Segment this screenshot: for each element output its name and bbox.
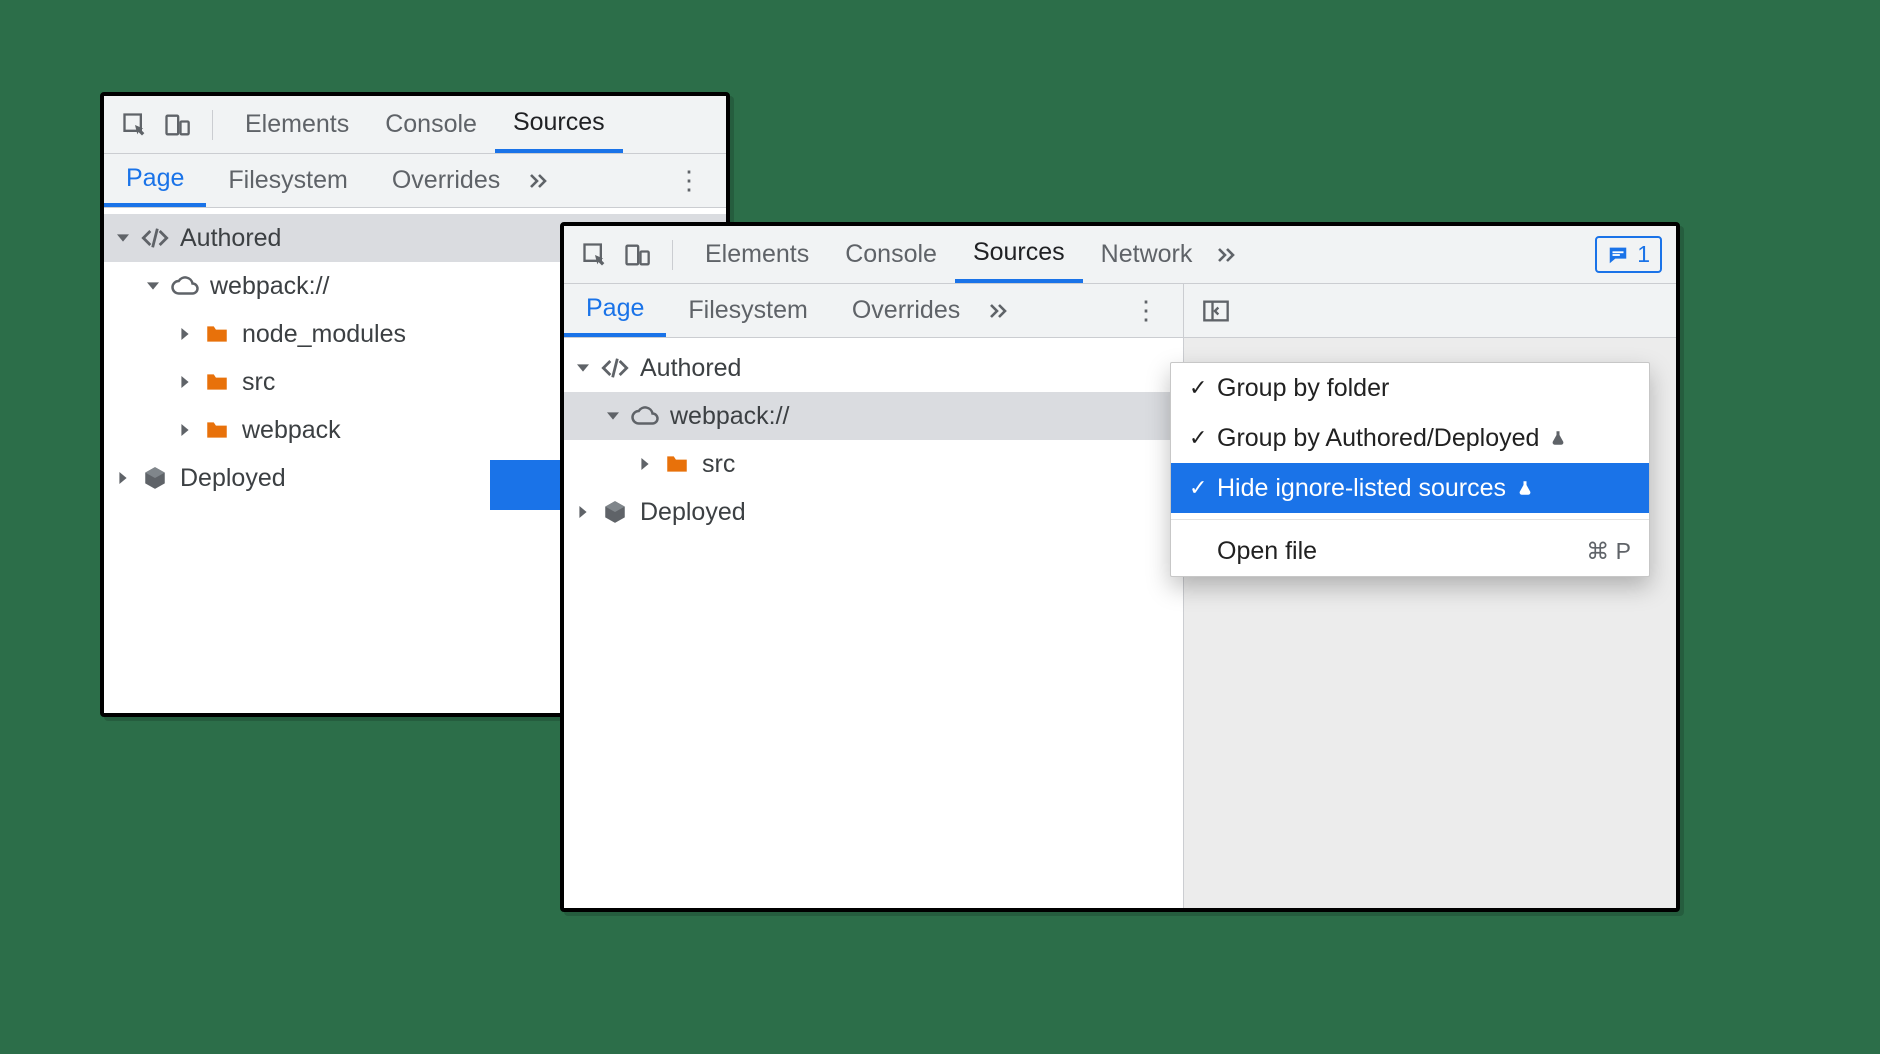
tree-label: Authored xyxy=(640,354,741,383)
inspect-icon[interactable] xyxy=(118,108,152,142)
cube-icon xyxy=(138,465,172,491)
folder-icon xyxy=(200,417,234,443)
check-icon: ✓ xyxy=(1189,425,1217,451)
subtab-overrides[interactable]: Overrides xyxy=(830,284,982,337)
chevron-down-icon xyxy=(144,280,162,292)
code-icon xyxy=(598,354,632,382)
flask-icon xyxy=(1549,429,1567,447)
file-tree: Authored webpack:// src Deployed xyxy=(564,338,1183,536)
sources-subbar: Page Filesystem Overrides ⋮ xyxy=(104,154,726,208)
folder-icon xyxy=(200,369,234,395)
device-toggle-icon[interactable] xyxy=(160,108,194,142)
kebab-menu-icon[interactable]: ⋮ xyxy=(662,165,716,196)
toolbar-divider xyxy=(672,240,673,270)
chevron-down-icon xyxy=(574,362,592,374)
menu-group-by-authored[interactable]: ✓ Group by Authored/Deployed xyxy=(1171,413,1649,463)
menu-label: Group by folder xyxy=(1217,374,1389,403)
inspect-icon[interactable] xyxy=(578,238,612,272)
more-tabs-icon[interactable] xyxy=(526,169,550,193)
menu-group-by-folder[interactable]: ✓ Group by folder xyxy=(1171,363,1649,413)
subtab-filesystem[interactable]: Filesystem xyxy=(666,284,829,337)
tree-label: Deployed xyxy=(640,498,746,527)
chevron-right-icon xyxy=(176,328,194,340)
tree-label: webpack xyxy=(242,416,341,445)
flask-icon xyxy=(1516,479,1534,497)
toolbar-divider xyxy=(212,110,213,140)
cube-icon xyxy=(598,499,632,525)
check-icon: ✓ xyxy=(1189,375,1217,401)
tree-label: src xyxy=(702,450,735,479)
subtab-page[interactable]: Page xyxy=(104,154,206,207)
tab-network[interactable]: Network xyxy=(1083,226,1211,283)
menu-separator xyxy=(1171,519,1649,520)
folder-icon xyxy=(660,451,694,477)
chevron-right-icon xyxy=(114,472,132,484)
kebab-menu-icon[interactable]: ⋮ xyxy=(1119,295,1173,326)
tree-label: Authored xyxy=(180,224,281,253)
chevron-right-icon xyxy=(574,506,592,518)
tree-label: node_modules xyxy=(242,320,406,349)
issues-chip[interactable]: 1 xyxy=(1595,236,1662,273)
right-pane-toolbar xyxy=(1184,284,1676,338)
tree-label: webpack:// xyxy=(670,402,790,431)
more-tabs-icon[interactable] xyxy=(986,299,1010,323)
code-icon xyxy=(138,224,172,252)
subtab-overrides[interactable]: Overrides xyxy=(370,154,522,207)
device-toggle-icon[interactable] xyxy=(620,238,654,272)
sources-left-pane: Page Filesystem Overrides ⋮ Authored web… xyxy=(564,284,1184,908)
chat-icon xyxy=(1607,244,1629,266)
menu-open-file[interactable]: Open file ⌘ P xyxy=(1171,526,1649,576)
issues-count: 1 xyxy=(1637,241,1650,268)
chevron-right-icon xyxy=(176,424,194,436)
menu-label: Hide ignore-listed sources xyxy=(1217,474,1506,503)
more-tabs-icon[interactable] xyxy=(1214,243,1238,267)
cloud-icon xyxy=(168,271,202,301)
chevron-down-icon xyxy=(114,232,132,244)
menu-hide-ignore-listed[interactable]: ✓ Hide ignore-listed sources xyxy=(1171,463,1649,513)
check-icon: ✓ xyxy=(1189,475,1217,501)
subtab-page[interactable]: Page xyxy=(564,284,666,337)
menu-label: Group by Authored/Deployed xyxy=(1217,424,1539,453)
tab-sources[interactable]: Sources xyxy=(495,96,623,153)
cloud-icon xyxy=(628,401,662,431)
tree-webpack[interactable]: webpack:// xyxy=(564,392,1183,440)
collapse-sidebar-icon[interactable] xyxy=(1202,297,1230,325)
tab-elements[interactable]: Elements xyxy=(227,96,367,153)
sources-subbar: Page Filesystem Overrides ⋮ xyxy=(564,284,1183,338)
tree-src[interactable]: src xyxy=(564,440,1183,488)
tab-elements[interactable]: Elements xyxy=(687,226,827,283)
chevron-down-icon xyxy=(604,410,622,422)
main-toolbar: Elements Console Sources Network 1 xyxy=(564,226,1676,284)
subtab-filesystem[interactable]: Filesystem xyxy=(206,154,369,207)
tab-console[interactable]: Console xyxy=(367,96,495,153)
menu-shortcut: ⌘ P xyxy=(1586,538,1631,565)
main-toolbar: Elements Console Sources xyxy=(104,96,726,154)
tree-label: Deployed xyxy=(180,464,286,493)
tab-sources[interactable]: Sources xyxy=(955,226,1083,283)
tree-label: webpack:// xyxy=(210,272,330,301)
tab-console[interactable]: Console xyxy=(827,226,955,283)
tree-authored[interactable]: Authored xyxy=(564,344,1183,392)
folder-icon xyxy=(200,321,234,347)
tree-deployed[interactable]: Deployed xyxy=(564,488,1183,536)
chevron-right-icon xyxy=(636,458,654,470)
context-menu: ✓ Group by folder ✓ Group by Authored/De… xyxy=(1170,362,1650,577)
tree-label: src xyxy=(242,368,275,397)
menu-label: Open file xyxy=(1217,537,1317,566)
chevron-right-icon xyxy=(176,376,194,388)
